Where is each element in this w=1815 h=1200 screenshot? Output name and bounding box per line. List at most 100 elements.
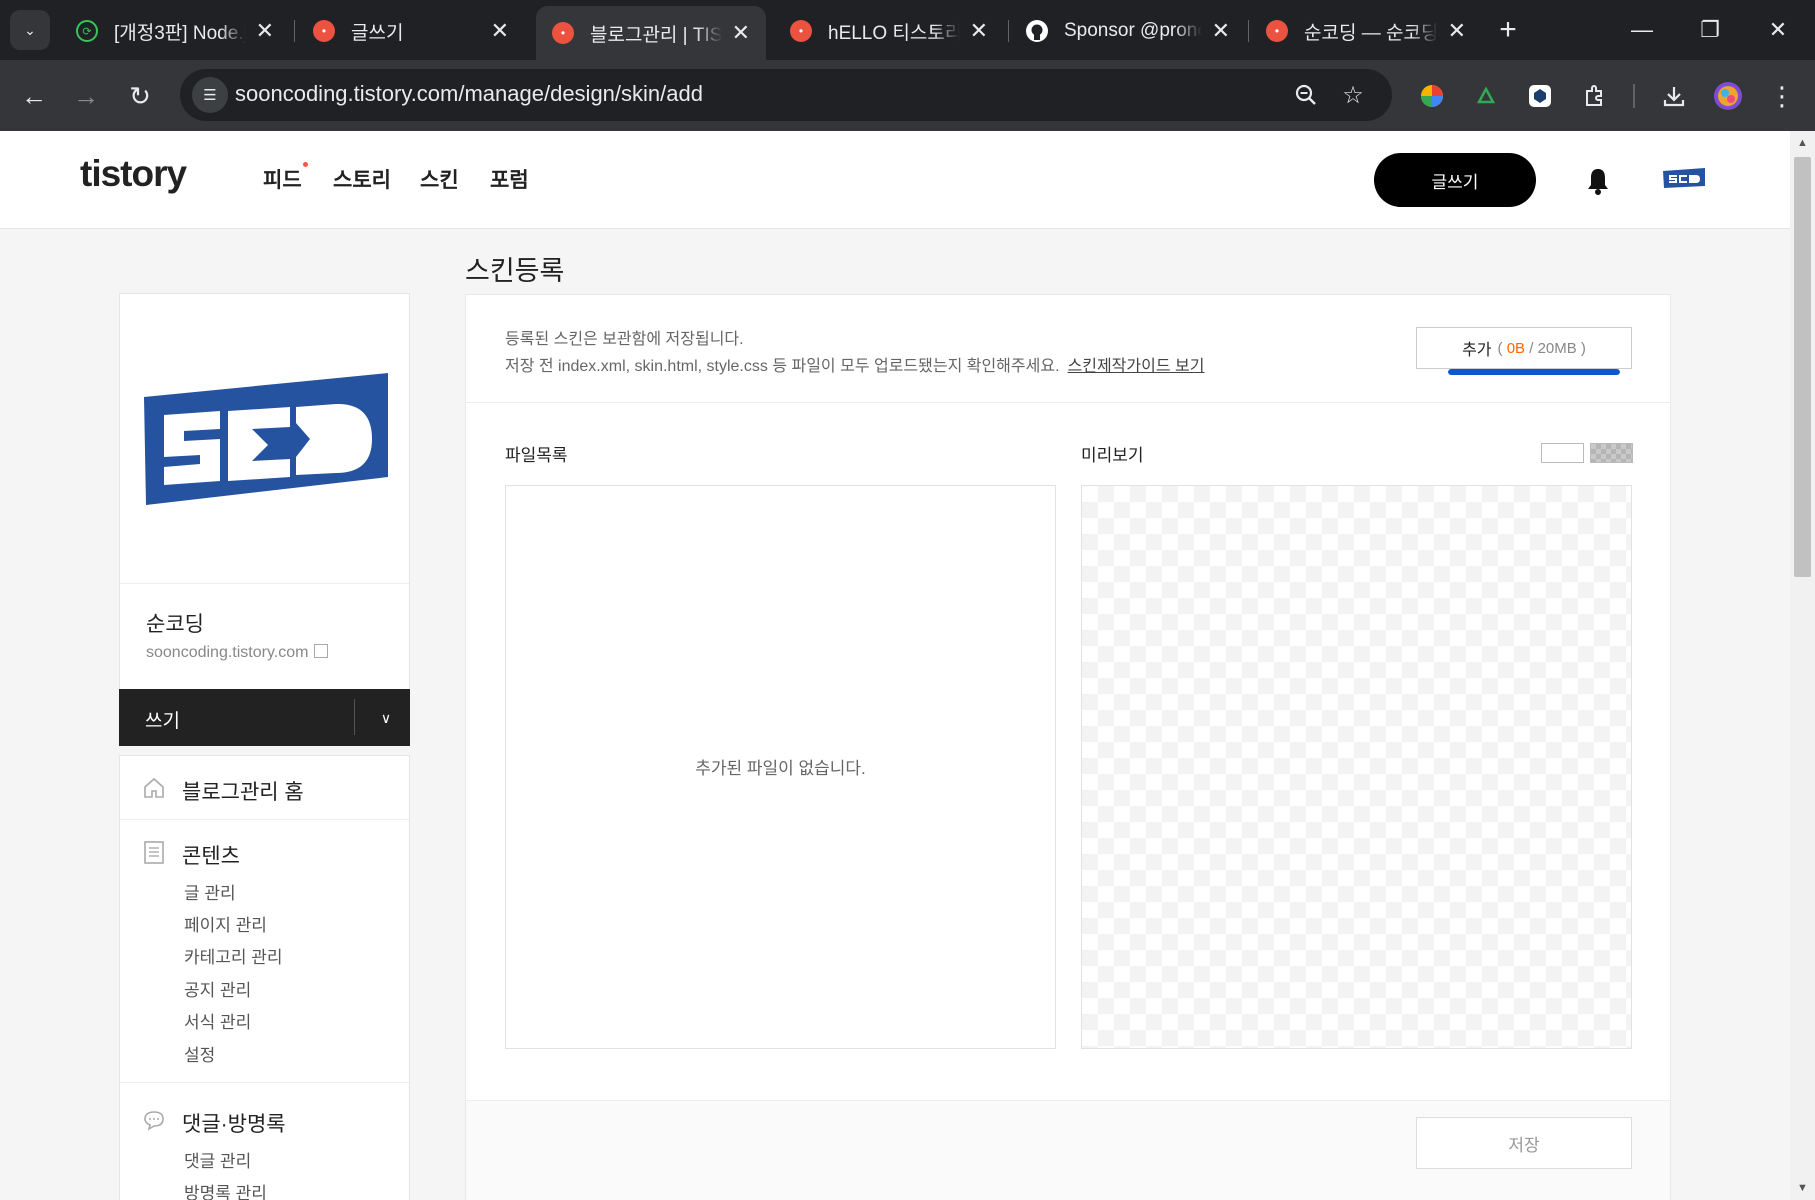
write-post-button[interactable]: 글쓰기	[1374, 153, 1536, 207]
write-dropdown[interactable]: 쓰기 ∨	[119, 689, 410, 746]
close-tab-icon[interactable]: ✕	[970, 18, 988, 44]
scroll-up-arrow-icon[interactable]: ▲	[1790, 131, 1815, 155]
info-text-line1: 등록된 스킨은 보관함에 저장됩니다.	[505, 331, 744, 348]
upload-progress-bar	[1448, 369, 1620, 375]
menu-item-page-manage[interactable]: 페이지 관리	[184, 911, 267, 936]
close-tab-icon[interactable]: ✕	[256, 18, 274, 44]
preview-bg-white-toggle[interactable]	[1541, 443, 1584, 463]
close-window-icon[interactable]: ✕	[1748, 8, 1808, 52]
panel-divider	[466, 402, 1670, 403]
scroll-thumb[interactable]	[1794, 157, 1811, 577]
menu-item-comment-manage[interactable]: 댓글 관리	[184, 1147, 251, 1172]
menu-item-template-manage[interactable]: 서식 관리	[184, 1008, 251, 1033]
preview-bg-checker-toggle[interactable]	[1590, 443, 1633, 463]
close-tab-icon[interactable]: ✕	[732, 20, 750, 46]
chevron-down-icon[interactable]: ∨	[369, 701, 403, 735]
browser-tab-active[interactable]: • 블로그관리 | TISTORY ✕	[536, 6, 766, 60]
tab-title: [개정3판] Node.js 교과서	[114, 22, 246, 44]
tistory-icon: •	[313, 20, 335, 42]
back-arrow-icon[interactable]: ←	[14, 76, 54, 116]
page-viewport: tistory 피드 스토리 스킨 포럼 글쓰기 순코딩 sooncoding.…	[0, 131, 1790, 1200]
file-list-box[interactable]: 추가된 파일이 없습니다.	[505, 485, 1056, 1049]
browser-menu-kebab-icon[interactable]: ⋮	[1764, 78, 1800, 114]
nav-story[interactable]: 스토리	[333, 164, 391, 194]
save-button[interactable]: 저장	[1416, 1117, 1632, 1169]
tab-title: hELLO 티스토리 스킨	[828, 22, 960, 44]
close-tab-icon[interactable]: ✕	[491, 18, 509, 44]
upload-progress-fill	[1448, 369, 1620, 375]
restore-icon[interactable]: ❐	[1680, 8, 1740, 52]
close-tab-icon[interactable]: ✕	[1448, 18, 1466, 44]
tab-title: Sponsor @prone	[1064, 20, 1202, 41]
drive-extension-icon[interactable]	[1468, 78, 1504, 114]
close-tab-icon[interactable]: ✕	[1212, 18, 1230, 44]
write-label[interactable]: 쓰기	[145, 706, 180, 733]
file-list-title: 파일목록	[505, 446, 568, 465]
address-bar[interactable]: ☰ sooncoding.tistory.com/manage/design/s…	[180, 69, 1392, 121]
site-settings-icon[interactable]: ☰	[192, 77, 228, 113]
browser-tab[interactable]: • 순코딩 — 순코딩 ✕	[1250, 8, 1482, 54]
add-file-button[interactable]: 추가 ( 0B / 20MB )	[1416, 327, 1632, 369]
menu-home-item[interactable]: 블로그관리 홈	[120, 756, 409, 820]
bookmark-star-icon[interactable]: ☆	[1336, 78, 1370, 112]
tab-search-chevron-icon[interactable]: ⌄	[10, 10, 50, 50]
browser-tab[interactable]: ⟳ [개정3판] Node.js 교과서 ✕	[60, 8, 290, 54]
profile-avatar-icon[interactable]	[1710, 78, 1746, 114]
nav-feed[interactable]: 피드	[263, 162, 308, 194]
forward-arrow-icon[interactable]: →	[66, 76, 106, 116]
menu-divider	[120, 1082, 409, 1083]
site-header: tistory 피드 스토리 스킨 포럼 글쓰기	[0, 131, 1790, 229]
speech-bubble-icon	[142, 1108, 166, 1132]
scroll-down-arrow-icon[interactable]: ▼	[1790, 1176, 1815, 1200]
new-dot-badge	[302, 162, 308, 167]
tistory-icon: •	[790, 20, 812, 42]
blog-logo-image[interactable]	[120, 294, 409, 584]
zoom-icon[interactable]	[1289, 78, 1323, 112]
minimize-icon[interactable]: —	[1612, 8, 1672, 52]
preview-box	[1081, 485, 1632, 1049]
shield-extension-icon[interactable]	[1522, 78, 1558, 114]
nav-skin[interactable]: 스킨	[420, 164, 459, 194]
tistory-icon: •	[1266, 20, 1288, 42]
used-size: 0B	[1506, 339, 1526, 357]
new-tab-plus-icon[interactable]: +	[1490, 12, 1526, 48]
admin-menu: 블로그관리 홈 콘텐츠 글 관리 페이지 관리 카테고리 관리 공지 관리 서식…	[119, 755, 410, 1200]
menu-item-category-manage[interactable]: 카테고리 관리	[184, 943, 283, 968]
tistory-icon: •	[552, 22, 574, 44]
toolbar-divider	[1633, 84, 1635, 108]
menu-section-comments[interactable]: 댓글·방명록	[182, 1108, 286, 1138]
user-avatar[interactable]	[1662, 167, 1706, 189]
color-extension-icon[interactable]	[1414, 78, 1450, 114]
browser-tab-bar: ⌄ ⟳ [개정3판] Node.js 교과서 ✕ • 글쓰기 ✕ • 블로그관리…	[0, 0, 1815, 60]
browser-tab[interactable]: Sponsor @prone ✕	[1010, 8, 1246, 54]
write-divider	[354, 699, 355, 735]
browser-tab[interactable]: • 글쓰기 ✕	[297, 8, 525, 54]
menu-item-notice-manage[interactable]: 공지 관리	[184, 976, 251, 1001]
menu-item-settings[interactable]: 설정	[184, 1041, 215, 1066]
tab-title: 블로그관리 | TISTORY	[590, 24, 722, 46]
blog-profile-card: 순코딩 sooncoding.tistory.com	[119, 293, 410, 711]
menu-item-post-manage[interactable]: 글 관리	[184, 879, 236, 904]
puzzle-extensions-icon[interactable]	[1576, 78, 1612, 114]
tistory-logo[interactable]: tistory	[80, 153, 187, 195]
nav-feed-label: 피드	[263, 169, 302, 192]
menu-home-label: 블로그관리 홈	[182, 781, 304, 804]
menu-section-contents[interactable]: 콘텐츠	[182, 840, 240, 870]
blog-name[interactable]: 순코딩	[146, 608, 204, 638]
skin-register-panel: 등록된 스킨은 보관함에 저장됩니다. 저장 전 index.xml, skin…	[465, 294, 1671, 1200]
blog-url-link[interactable]: sooncoding.tistory.com	[146, 644, 329, 662]
download-icon[interactable]	[1656, 78, 1692, 114]
menu-item-guestbook-manage[interactable]: 방명록 관리	[184, 1179, 267, 1200]
reload-icon[interactable]: ↻	[120, 76, 160, 116]
info-text-line2: 저장 전 index.xml, skin.html, style.css 등 파…	[505, 352, 1204, 376]
tab-separator	[1248, 20, 1249, 42]
document-icon	[142, 840, 166, 864]
notification-bell-icon[interactable]	[1582, 165, 1614, 197]
skin-guide-link[interactable]: 스킨제작가이드 보기	[1068, 358, 1205, 375]
tab-separator	[294, 20, 295, 42]
browser-tab[interactable]: • hELLO 티스토리 스킨 ✕	[774, 8, 1004, 54]
url-text[interactable]: sooncoding.tistory.com/manage/design/ski…	[235, 81, 703, 107]
empty-file-message: 추가된 파일이 없습니다.	[695, 759, 866, 778]
nav-forum[interactable]: 포럼	[490, 164, 529, 194]
page-scrollbar[interactable]: ▲ ▼	[1790, 131, 1815, 1200]
